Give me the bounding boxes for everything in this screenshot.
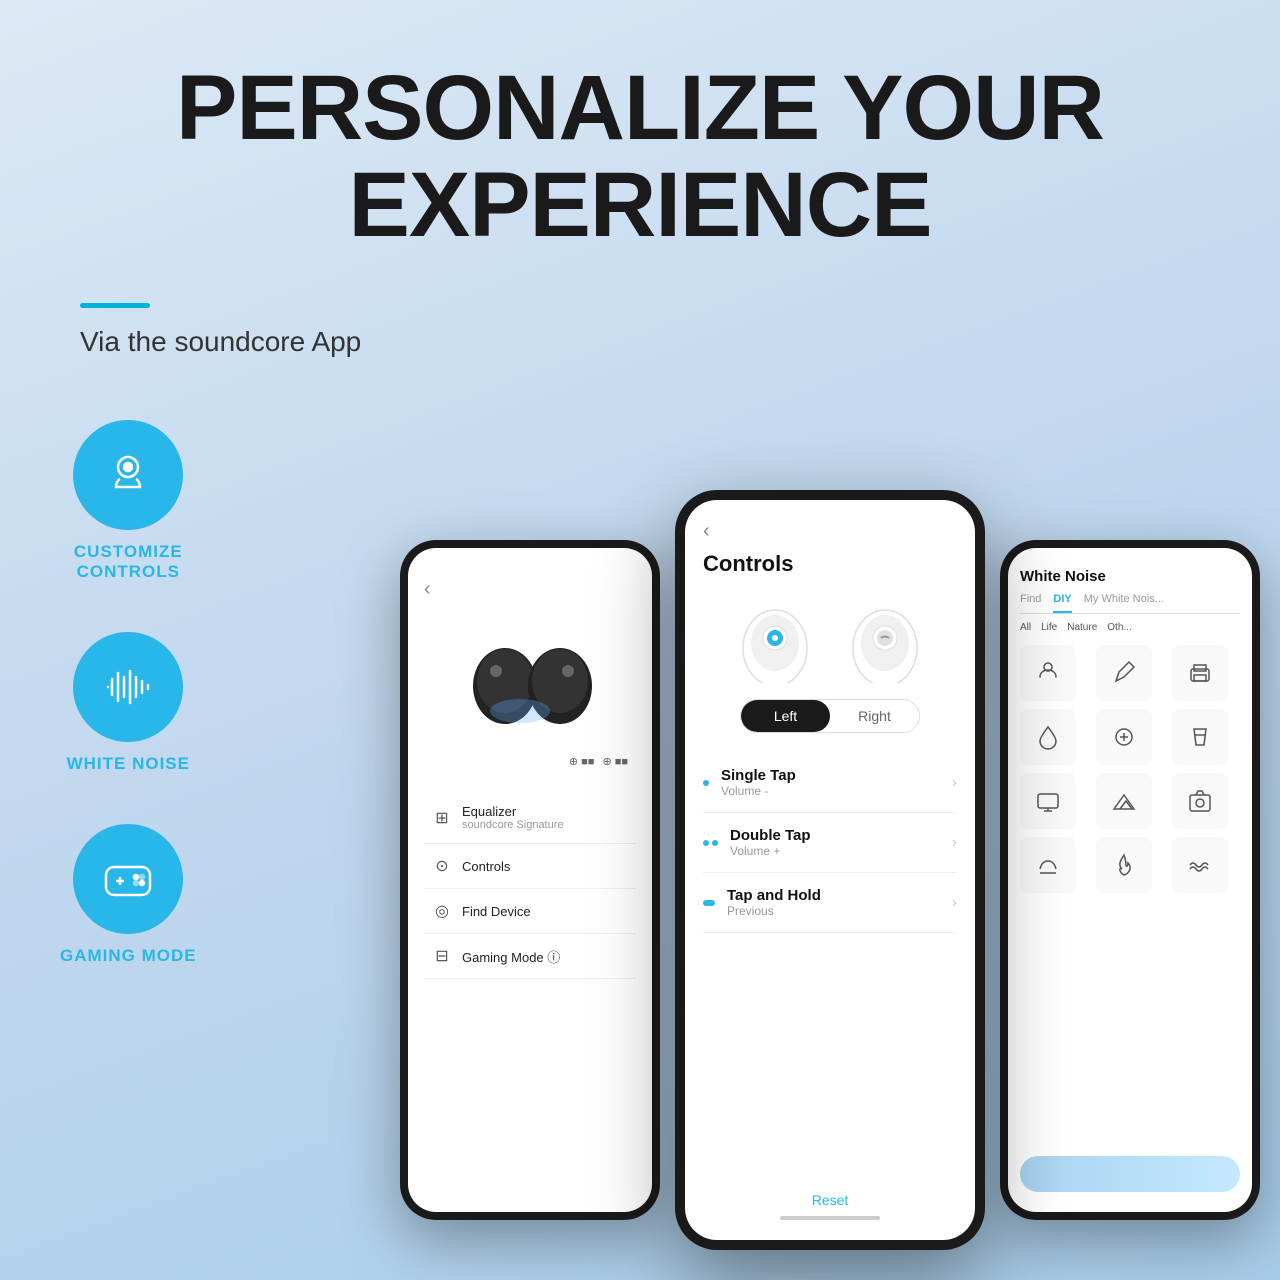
- earbuds-image: [460, 621, 600, 741]
- controls-icon: ⊙: [432, 856, 452, 876]
- tab-diy: DIY: [1053, 593, 1071, 613]
- white-noise-icon-grid: [1020, 645, 1240, 893]
- tap-hold-control[interactable]: Tap and Hold Previous ›: [703, 873, 957, 933]
- gaming-mode-menu-label: Gaming Mode ⓘ: [462, 947, 560, 966]
- controls-earbuds: [703, 593, 957, 683]
- sound-icon-drink: [1172, 709, 1228, 765]
- tab-find: Find: [1020, 593, 1041, 613]
- phone-right-screen: White Noise Find DIY My White Nois... Al…: [1008, 548, 1252, 1212]
- right-tab[interactable]: Right: [830, 700, 919, 732]
- single-tap-sublabel: Volume -: [721, 784, 940, 798]
- left-tab[interactable]: Left: [741, 700, 830, 732]
- phone-left-screen: ‹: [408, 548, 652, 1212]
- single-tap-chevron: ›: [952, 774, 957, 792]
- equalizer-sublabel: soundcore Signature: [462, 819, 564, 831]
- white-noise-tabs: Find DIY My White Nois...: [1020, 593, 1240, 614]
- sound-icon-photo: [1172, 773, 1228, 829]
- double-tap-chevron: ›: [952, 834, 957, 852]
- sound-icon-outdoor: [1096, 773, 1152, 829]
- menu-item-controls: ⊙ Controls: [424, 844, 636, 889]
- subtitle-section: Via the soundcore App: [0, 273, 1280, 358]
- sound-icon-food: [1096, 709, 1152, 765]
- sound-icon-water: [1020, 709, 1076, 765]
- double-tap-control[interactable]: Double Tap Volume + ›: [703, 813, 957, 873]
- white-noise-categories: All Life Nature Oth...: [1020, 622, 1240, 633]
- right-phone-bottom-bar: [1020, 1156, 1240, 1192]
- main-title: PERSONALIZE YOUR EXPERIENCE: [80, 60, 1200, 253]
- double-tap-indicator: [703, 840, 718, 846]
- white-noise-label: WHITE NOISE: [67, 754, 190, 774]
- sound-icon-printer: [1172, 645, 1228, 701]
- feature-gaming-mode: GAMING MODE: [60, 824, 197, 966]
- find-device-label: Find Device: [462, 904, 531, 919]
- tap-hold-title: Tap and Hold: [727, 887, 940, 904]
- sound-icon-tv: [1020, 773, 1076, 829]
- feature-white-noise: WHITE NOISE: [67, 632, 190, 774]
- gaming-mode-icon-circle: [73, 824, 183, 934]
- sound-icon-fire: [1096, 837, 1152, 893]
- left-phone-menu: ⊞ Equalizer soundcore Signature ⊙ Contro…: [424, 792, 636, 979]
- right-phone-content: White Noise Find DIY My White Nois... Al…: [1008, 548, 1252, 1212]
- gaming-mode-menu-icon: ⊟: [432, 946, 452, 966]
- category-other: Oth...: [1107, 622, 1131, 633]
- phone-left: ‹: [400, 540, 660, 1220]
- sound-icon-pen: [1096, 645, 1152, 701]
- right-earbud-illustration: [845, 593, 925, 683]
- tap-hold-sublabel: Previous: [727, 904, 940, 918]
- find-device-icon: ◎: [432, 901, 452, 921]
- gaming-mode-label: GAMING MODE: [60, 946, 197, 966]
- feature-customize-controls: CUSTOMIZECONTROLS: [73, 420, 183, 582]
- phone-center: ‹ Controls: [675, 490, 985, 1250]
- tap-hold-chevron: ›: [952, 894, 957, 912]
- menu-item-gaming-mode: ⊟ Gaming Mode ⓘ: [424, 934, 636, 979]
- menu-item-equalizer: ⊞ Equalizer soundcore Signature: [424, 792, 636, 844]
- phone-right: White Noise Find DIY My White Nois... Al…: [1000, 540, 1260, 1220]
- equalizer-icon: ⊞: [432, 808, 452, 828]
- category-nature: Nature: [1067, 622, 1097, 633]
- double-tap-sublabel: Volume +: [730, 844, 940, 858]
- sound-icon-dog: [1020, 645, 1076, 701]
- double-tap-title: Double Tap: [730, 827, 940, 844]
- home-indicator: [780, 1216, 880, 1220]
- customize-controls-label: CUSTOMIZECONTROLS: [74, 542, 183, 582]
- touch-icon: [98, 445, 158, 505]
- category-life: Life: [1041, 622, 1057, 633]
- lr-toggle[interactable]: Left Right: [740, 699, 920, 733]
- accent-line: [80, 303, 150, 308]
- left-phone-content: ‹: [408, 548, 652, 1212]
- tap-hold-text: Tap and Hold Previous: [727, 887, 940, 918]
- single-tap-control[interactable]: Single Tap Volume - ›: [703, 753, 957, 813]
- controls-screen: ‹ Controls: [685, 500, 975, 1240]
- features-list: CUSTOMIZECONTROLS WHITE NOISE: [60, 420, 197, 966]
- customize-controls-icon-circle: [73, 420, 183, 530]
- equalizer-label: Equalizer: [462, 804, 564, 819]
- controls-title: Controls: [703, 551, 957, 577]
- subtitle-text: Via the soundcore App: [80, 326, 1200, 358]
- white-noise-title: White Noise: [1020, 568, 1240, 585]
- controls-label: Controls: [462, 859, 510, 874]
- left-phone-earbuds: [424, 611, 636, 751]
- tap-hold-indicator: [703, 900, 715, 906]
- single-tap-text: Single Tap Volume -: [721, 767, 940, 798]
- white-noise-icon-circle: [73, 632, 183, 742]
- waveform-icon: [98, 657, 158, 717]
- double-tap-text: Double Tap Volume +: [730, 827, 940, 858]
- header-section: PERSONALIZE YOUR EXPERIENCE: [0, 0, 1280, 273]
- left-phone-battery: ⊕ ■■ ⊕ ■■: [424, 751, 636, 772]
- gamepad-icon: [98, 849, 158, 909]
- controls-back: ‹: [703, 520, 957, 543]
- reset-button[interactable]: Reset: [703, 1176, 957, 1208]
- sound-icon-weather: [1020, 837, 1076, 893]
- left-earbud-illustration: [735, 593, 815, 683]
- category-all: All: [1020, 622, 1031, 633]
- tab-my-white-noise: My White Nois...: [1084, 593, 1164, 613]
- sound-icon-waves: [1172, 837, 1228, 893]
- menu-item-find-device: ◎ Find Device: [424, 889, 636, 934]
- single-tap-title: Single Tap: [721, 767, 940, 784]
- left-phone-back: ‹: [424, 578, 636, 601]
- single-tap-indicator: [703, 780, 709, 786]
- phone-center-screen: ‹ Controls: [685, 500, 975, 1240]
- phones-container: ‹: [380, 380, 1280, 1280]
